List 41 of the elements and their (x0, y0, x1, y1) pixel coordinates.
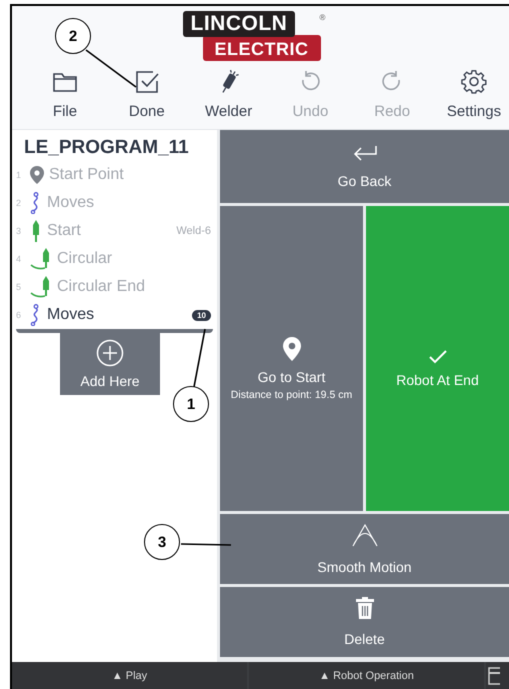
toolbar-button[interactable]: Settings (438, 69, 509, 120)
plus-icon (96, 339, 124, 367)
torch-icon (30, 220, 42, 242)
robot-at-end-button[interactable]: Robot At End (366, 206, 509, 511)
logo-text: LINCOLN (182, 11, 296, 37)
location-pin-icon (30, 166, 44, 184)
curve-icon (350, 523, 378, 547)
line-number: 3 (16, 226, 22, 236)
line-number: 4 (16, 254, 22, 264)
bottom-tab[interactable]: ▲ Play (12, 662, 247, 689)
go-to-start-button[interactable]: Go to Start Distance to point: 19.5 cm (220, 206, 363, 511)
toolbar-button[interactable]: Done (112, 69, 182, 120)
smooth-motion-button[interactable]: Smooth Motion (220, 514, 509, 584)
trash-icon (354, 597, 374, 619)
settings-icon (460, 69, 487, 95)
program-title: LE_PROGRAM_11 (23, 136, 190, 160)
line-number: 5 (16, 282, 22, 292)
checkmark-icon (428, 350, 446, 364)
weld-tag: Weld-6 (176, 225, 211, 237)
location-pin-icon (282, 336, 300, 360)
leader-line (85, 49, 137, 88)
checkbox-icon (134, 69, 160, 95)
distance-text: Distance to point: 19.5 cm (230, 388, 352, 400)
line-number: 2 (16, 198, 22, 208)
line-number: 1 (16, 170, 22, 180)
toolbar-button[interactable]: Welder (194, 69, 264, 120)
trademark-mark: ® (320, 13, 326, 22)
go-back-button[interactable]: Go Back (220, 130, 509, 203)
add-here-button[interactable]: Add Here (60, 333, 160, 395)
arc-torch-icon (30, 248, 52, 270)
arc-torch-icon (30, 276, 52, 298)
delete-button[interactable]: Delete (220, 587, 509, 657)
bottom-tab[interactable]: ▲ Robot Operation (249, 662, 484, 689)
step-label[interactable]: Moves (47, 306, 192, 324)
return-arrow-icon (352, 144, 378, 162)
leader-line (193, 328, 206, 388)
line-number: 6 (16, 310, 22, 320)
toolbar-button[interactable]: File (30, 69, 100, 120)
count-badge: 10 (192, 310, 211, 320)
leader-line (180, 543, 232, 546)
logo-text: ELECTRIC (202, 35, 320, 61)
